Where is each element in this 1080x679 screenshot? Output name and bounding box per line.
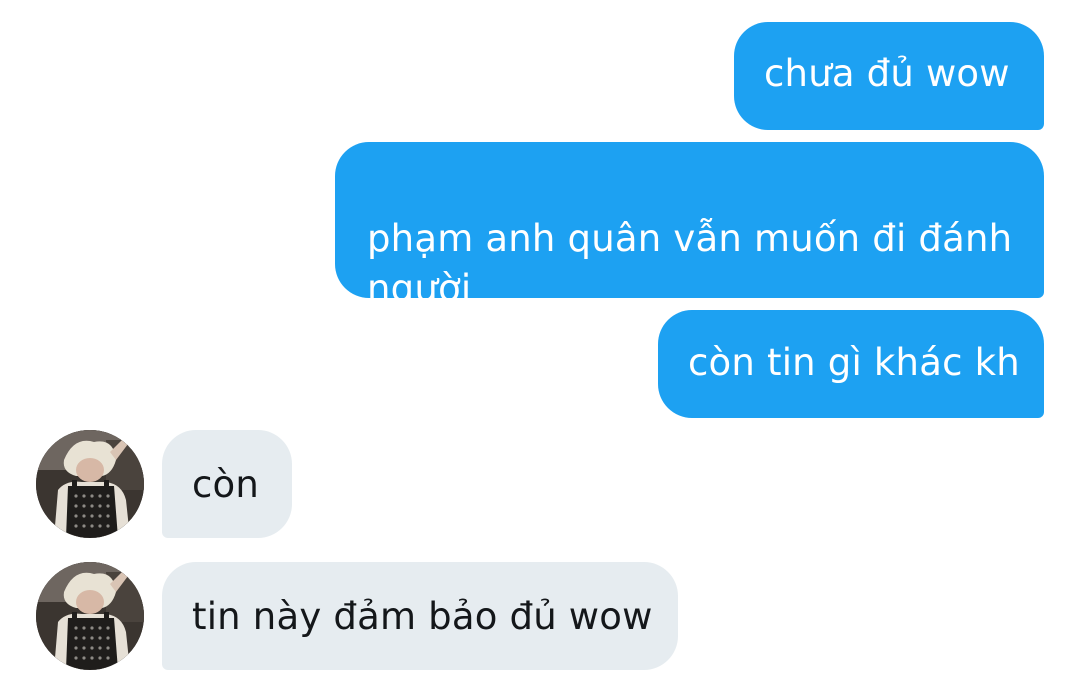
message-text: phạm anh quân vẫn muốn đi đánh người: [367, 217, 1013, 310]
message-thread: chưa đủ wow phạm anh quân vẫn muốn đi đá…: [0, 0, 1080, 679]
contact-avatar[interactable]: [36, 430, 144, 538]
sent-message-bubble[interactable]: phạm anh quân vẫn muốn đi đánh người: [335, 142, 1044, 310]
message-text: tin này đảm bảo đủ wow: [192, 595, 653, 638]
sent-message-bubble[interactable]: chưa đủ wow: [734, 22, 1044, 130]
avatar-photo-icon: [36, 430, 144, 538]
contact-avatar[interactable]: [36, 562, 144, 670]
received-message-bubble[interactable]: còn: [162, 430, 292, 538]
avatar-photo-icon: [36, 562, 144, 670]
message-text: còn tin gì khác kh: [688, 341, 1020, 384]
received-message-bubble[interactable]: tin này đảm bảo đủ wow: [162, 562, 678, 670]
message-text: chưa đủ wow: [764, 52, 1010, 95]
message-text: còn: [192, 463, 260, 506]
sent-message-bubble[interactable]: còn tin gì khác kh: [658, 310, 1044, 418]
